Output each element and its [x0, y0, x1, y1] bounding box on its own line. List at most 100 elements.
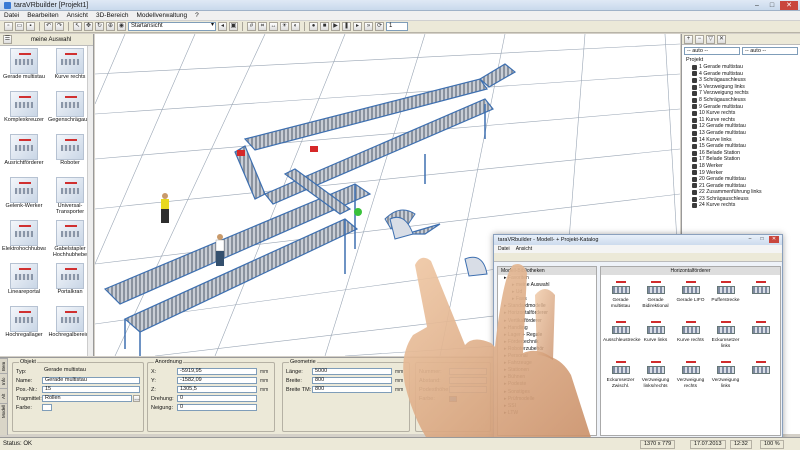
- breite-input[interactable]: 800: [312, 377, 392, 384]
- neigung-input[interactable]: 0: [177, 404, 257, 411]
- tree-item[interactable]: 19 Werker: [682, 170, 800, 177]
- tree-item[interactable]: 7 Verzweigung rechts: [682, 90, 800, 97]
- shadow-icon[interactable]: ◐: [291, 22, 300, 31]
- catalog-menu-datei[interactable]: Datei: [498, 245, 510, 253]
- catalog-tree-item[interactable]: ▸ Favoriten: [498, 275, 596, 282]
- tab-info[interactable]: Info: [0, 373, 8, 388]
- view-select[interactable]: Startansicht: [128, 22, 216, 31]
- tree-item[interactable]: 13 Gerade multistau: [682, 130, 800, 137]
- catalog-tree-item[interactable]: ▸ Fördertechnik: [498, 339, 596, 346]
- library-item[interactable]: Hochregallager: [2, 306, 46, 346]
- name-input[interactable]: Gerade multistau: [42, 377, 140, 384]
- catalog-model-item[interactable]: Kurve links: [638, 318, 673, 354]
- fast-forward-icon[interactable]: »: [364, 22, 373, 31]
- catalog-tree-item[interactable]: ▸ Sonstiges: [498, 389, 596, 396]
- tree-item[interactable]: 23 Schrägauschleuss: [682, 196, 800, 203]
- library-item[interactable]: Gelenk-Werker: [2, 177, 46, 217]
- podesthoehe-input[interactable]: [449, 386, 487, 393]
- tree-item[interactable]: 3 Schrägauschleuss: [682, 77, 800, 84]
- pos-input[interactable]: 15: [42, 386, 140, 393]
- catalog-model-item[interactable]: Gerade LIFO: [673, 278, 708, 314]
- open-icon[interactable]: ▭: [15, 22, 24, 31]
- catalog-model-item[interactable]: [743, 278, 778, 314]
- library-item[interactable]: Elektrohochhubwagen: [2, 220, 46, 260]
- catalog-tree-item[interactable]: ▸ Personal: [498, 353, 596, 360]
- pause-icon[interactable]: ❚: [342, 22, 351, 31]
- menu-bearbeiten[interactable]: Bearbeiten: [27, 12, 58, 19]
- catalog-menu-ansicht[interactable]: Ansicht: [516, 245, 532, 253]
- catalog-model-item[interactable]: [743, 358, 778, 394]
- view-prev-icon[interactable]: ◂: [218, 22, 227, 31]
- catalog-tree-item[interactable]: ▸ Fahrzeuge: [498, 360, 596, 367]
- step-icon[interactable]: ▸: [353, 22, 362, 31]
- catalog-model-item[interactable]: Gerade Bidirektional: [638, 278, 673, 314]
- tree-item[interactable]: 14 Kurve links: [682, 137, 800, 144]
- measure-icon[interactable]: ↔: [269, 22, 278, 31]
- catalog-tree-item[interactable]: ▸ Favs: [498, 296, 596, 303]
- tree-item[interactable]: 5 Verzweigung links: [682, 84, 800, 91]
- library-item[interactable]: Portalkran: [48, 263, 92, 303]
- color-swatch[interactable]: [449, 395, 457, 402]
- x-input[interactable]: -5919,95: [177, 368, 257, 375]
- catalog-tree-item[interactable]: ▸ Lager + Regale: [498, 332, 596, 339]
- tree-item[interactable]: 15 Gerade multistau: [682, 143, 800, 150]
- library-item[interactable]: Hochregalbereich: [48, 306, 92, 346]
- snap-icon[interactable]: ⌗: [258, 22, 267, 31]
- menu-3d-bereich[interactable]: 3D-Bereich: [96, 12, 129, 19]
- camera-icon[interactable]: ◉: [117, 22, 126, 31]
- library-scrollbar[interactable]: [87, 46, 93, 356]
- tree-root-projekt[interactable]: Projekt: [682, 57, 800, 64]
- catalog-tree-item[interactable]: ▸ SSI: [498, 403, 596, 410]
- nummer-input[interactable]: [449, 368, 487, 375]
- save-icon[interactable]: ▪: [26, 22, 35, 31]
- library-item[interactable]: Gabelstapler Hochhubhebe: [48, 220, 92, 260]
- tree-item[interactable]: 12 Gerade multistau: [682, 123, 800, 130]
- tab-alt[interactable]: Alt: [0, 388, 8, 403]
- catalog-tree-item[interactable]: ▸ Podeste: [498, 381, 596, 388]
- tragmittel-select[interactable]: Rollen: [42, 395, 132, 402]
- tree-filter-icon[interactable]: ▽: [706, 34, 715, 44]
- z-input[interactable]: 1305,5: [177, 386, 257, 393]
- maximize-button[interactable]: □: [765, 1, 779, 10]
- library-item[interactable]: Ausrichtförderer: [2, 134, 46, 174]
- tree-item[interactable]: 11 Kurve rechts: [682, 117, 800, 124]
- play-icon[interactable]: ▶: [331, 22, 340, 31]
- tree-filter-select-left[interactable]: -- auto --: [684, 47, 740, 55]
- catalog-model-item[interactable]: [743, 318, 778, 354]
- library-menu-icon[interactable]: ☰: [3, 35, 12, 44]
- catalog-tree-item[interactable]: ▸ Vertikalförderer: [498, 318, 596, 325]
- catalog-tree-item[interactable]: ▸ Standardmodelle: [498, 303, 596, 310]
- menu-datei[interactable]: Datei: [4, 12, 19, 19]
- library-item[interactable]: Kurve rechts: [48, 48, 92, 88]
- library-item[interactable]: Gerade multistau: [2, 48, 46, 88]
- catalog-model-item[interactable]: Ausschleustrecke: [603, 318, 641, 354]
- menu-help[interactable]: ?: [195, 12, 199, 19]
- loop-icon[interactable]: ⟳: [375, 22, 384, 31]
- catalog-model-item[interactable]: Pufferstrecke: [708, 278, 743, 314]
- tree-item[interactable]: 8 Schrägauschleuss: [682, 97, 800, 104]
- tree-item[interactable]: 21 Gerade multistau: [682, 183, 800, 190]
- close-button[interactable]: ✕: [780, 1, 798, 10]
- undo-icon[interactable]: ↶: [44, 22, 53, 31]
- catalog-model-item[interactable]: Verzweigung rechts: [673, 358, 708, 394]
- tree-collapse-icon[interactable]: −: [695, 34, 704, 44]
- tree-item[interactable]: 18 Werker: [682, 163, 800, 170]
- catalog-close-button[interactable]: ✕: [769, 236, 779, 243]
- catalog-model-item[interactable]: Kurve rechts: [673, 318, 708, 354]
- new-icon[interactable]: ▫: [4, 22, 13, 31]
- abstand-input[interactable]: [449, 377, 487, 384]
- library-item[interactable]: Universal-Transporter: [48, 177, 92, 217]
- tree-item[interactable]: 24 Kurve rechts: [682, 202, 800, 209]
- redo-icon[interactable]: ↷: [55, 22, 64, 31]
- catalog-model-item[interactable]: Gerade multistau: [603, 278, 638, 314]
- tree-item[interactable]: 4 Gerade multistau: [682, 71, 800, 78]
- y-input[interactable]: -1582,09: [177, 377, 257, 384]
- library-item[interactable]: Lineareportal: [2, 263, 46, 303]
- tragmittel-browse-icon[interactable]: …: [133, 395, 140, 402]
- catalog-tree-item[interactable]: ▸ Prüfmodelle: [498, 396, 596, 403]
- tree-filter-select-right[interactable]: -- auto --: [742, 47, 798, 55]
- minimize-button[interactable]: –: [750, 1, 764, 10]
- library-item[interactable]: Roboter: [48, 134, 92, 174]
- tree-item[interactable]: 10 Kurve rechts: [682, 110, 800, 117]
- catalog-model-item[interactable]: Eckumsetzer links: [708, 318, 743, 354]
